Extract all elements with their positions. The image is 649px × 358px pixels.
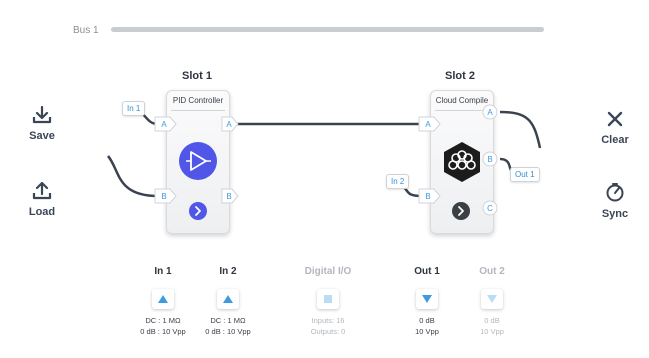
io-digital-inputs: Inputs: 16 xyxy=(311,316,345,325)
gauge-icon xyxy=(606,183,624,202)
io-digital[interactable]: Digital I/O Inputs: 16 Outputs: 0 xyxy=(293,266,363,337)
io-out-2-range: 10 Vpp xyxy=(480,327,504,336)
save-label: Save xyxy=(29,130,55,142)
sync-label: Sync xyxy=(601,208,629,220)
out-1-tag[interactable]: Out 1 xyxy=(510,167,540,182)
slot-2-module[interactable]: Cloud Compile xyxy=(430,90,494,234)
slot-1-title: Slot 1 xyxy=(182,70,212,82)
io-digital-outputs: Outputs: 0 xyxy=(310,327,346,336)
slot-2-open-button[interactable] xyxy=(452,202,470,220)
io-in-2-title: In 2 xyxy=(219,266,237,277)
io-out-2[interactable]: Out 2 0 dB 10 Vpp xyxy=(457,266,527,337)
io-digital-title: Digital I/O xyxy=(304,266,352,277)
io-out-2-title: Out 2 xyxy=(479,266,505,277)
slot-2-title-divider xyxy=(435,110,489,111)
load-label: Load xyxy=(28,206,56,218)
clear-label: Clear xyxy=(601,134,629,146)
slot-1-title-divider xyxy=(171,110,225,111)
io-out-1-range: 10 Vpp xyxy=(415,327,439,336)
bus-label: Bus 1 xyxy=(73,25,99,36)
io-in-1-range: 0 dB : 10 Vpp xyxy=(140,327,186,336)
load-icon xyxy=(32,182,52,200)
save-icon xyxy=(32,106,52,124)
output-arrow-icon[interactable] xyxy=(481,289,503,309)
output-arrow-icon[interactable] xyxy=(416,289,438,309)
io-in-2-range: 0 dB : 10 Vpp xyxy=(205,327,251,336)
clear-button[interactable]: Clear xyxy=(591,110,639,146)
io-in-1-title: In 1 xyxy=(154,266,172,277)
slot-1-module-name: PID Controller xyxy=(172,96,224,105)
in-2-tag[interactable]: In 2 xyxy=(386,174,410,189)
input-arrow-icon[interactable] xyxy=(217,289,239,309)
amplifier-icon xyxy=(179,142,217,180)
wire-edge-to-slot1-b xyxy=(107,155,159,198)
load-button[interactable]: Load xyxy=(18,182,66,218)
save-button[interactable]: Save xyxy=(18,106,66,142)
slot-1-module[interactable]: PID Controller xyxy=(166,90,230,234)
io-out-2-gain: 0 dB xyxy=(484,316,500,325)
bus-bar xyxy=(111,27,544,32)
slot-1-open-button[interactable] xyxy=(189,202,207,220)
cloud-compile-icon xyxy=(444,142,480,182)
wire-slot2-a-to-edge xyxy=(499,110,542,149)
io-in-2[interactable]: In 2 DC : 1 MΩ 0 dB : 10 Vpp xyxy=(193,266,263,337)
io-out-1-title: Out 1 xyxy=(414,266,440,277)
io-in-2-coupling: DC : 1 MΩ xyxy=(210,316,246,325)
moku-canvas: Bus 1 Save Load Clear Sync Slot 1 PID Co… xyxy=(0,0,649,358)
slot-2-module-name: Cloud Compile xyxy=(435,96,489,105)
input-arrow-icon[interactable] xyxy=(152,289,174,309)
close-icon xyxy=(607,111,623,127)
io-in-1-coupling: DC : 1 MΩ xyxy=(145,316,181,325)
io-out-1-gain: 0 dB xyxy=(419,316,435,325)
io-out-1[interactable]: Out 1 0 dB 10 Vpp xyxy=(392,266,462,337)
sync-button[interactable]: Sync xyxy=(591,182,639,220)
digital-io-icon[interactable] xyxy=(317,289,339,309)
slot-2-title: Slot 2 xyxy=(445,70,475,82)
in-1-tag[interactable]: In 1 xyxy=(122,101,146,116)
io-in-1[interactable]: In 1 DC : 1 MΩ 0 dB : 10 Vpp xyxy=(128,266,198,337)
